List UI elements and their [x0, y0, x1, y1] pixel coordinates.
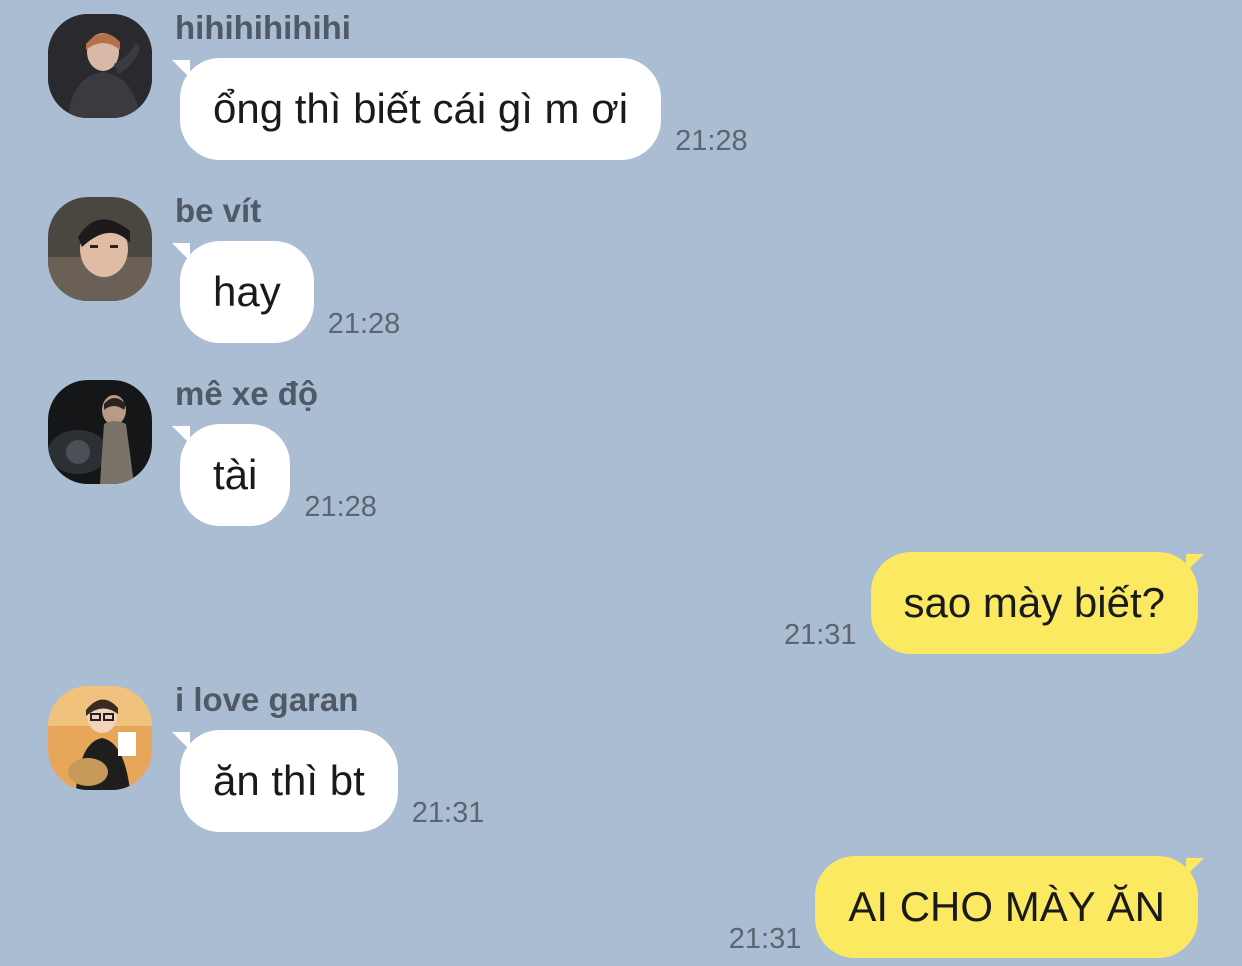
message-timestamp: 21:31: [783, 619, 857, 651]
chat-message-list[interactable]: hihihihihihi ổng thì biết cái gì m ơi 21…: [0, 0, 1242, 966]
sender-name: hihihihihihi: [175, 9, 351, 46]
message-bubble[interactable]: hay: [180, 241, 314, 343]
message-bubble[interactable]: ăn thì bt: [180, 730, 398, 832]
message-timestamp: 21:31: [728, 923, 802, 955]
message-timestamp: 21:31: [411, 797, 485, 829]
sender-name: be vít: [175, 192, 262, 229]
avatar-icon[interactable]: [48, 14, 152, 118]
sender-name: mê xe độ: [175, 375, 319, 412]
message-outgoing: 21:31 sao mày biết?: [783, 552, 1205, 654]
avatar-icon[interactable]: [48, 380, 152, 484]
message-bubble[interactable]: AI CHO MÀY ĂN: [815, 856, 1204, 958]
message-bubble[interactable]: sao mày biết?: [870, 552, 1205, 654]
avatar-icon[interactable]: [48, 197, 152, 301]
message-timestamp: 21:28: [327, 308, 401, 340]
avatar-icon[interactable]: [48, 686, 152, 790]
message-timestamp: 21:28: [304, 491, 377, 523]
message-bubble[interactable]: ổng thì biết cái gì m ơi: [180, 58, 662, 160]
message-timestamp: 21:28: [675, 125, 748, 157]
sender-name: i love garan: [175, 681, 359, 718]
message-outgoing: 21:31 AI CHO MÀY ĂN: [728, 856, 1204, 958]
message-bubble[interactable]: tài: [180, 424, 291, 526]
